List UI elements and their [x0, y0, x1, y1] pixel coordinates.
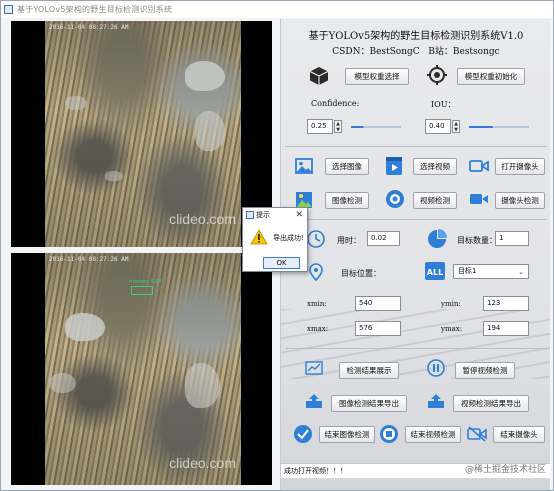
iou-spin-arrows[interactable]: ▲ ▼	[452, 120, 460, 133]
export-image-results-button[interactable]: 图像检测结果导出	[331, 395, 407, 412]
camera-off-icon	[467, 426, 487, 442]
bilibili-label: B站：	[428, 47, 453, 57]
ymin-label: ymin:	[441, 300, 461, 308]
check-circle-icon	[294, 425, 312, 443]
camera-detect-icon	[470, 194, 488, 204]
community-watermark: @稀土掘金技术社区	[464, 465, 546, 475]
open-camera-button[interactable]: 打开摄像头	[495, 158, 545, 175]
video-timestamp: 2016-11-04 08:27:26 AM	[49, 256, 129, 263]
system-title: 基于YOLOv5架构的野生目标检测识别系统V1.0	[308, 31, 524, 42]
iou-slider[interactable]	[469, 126, 529, 128]
control-panel: 基于YOLOv5架构的野生目标检测识别系统V1.0 CSDN：BestSongC…	[280, 19, 550, 490]
csdn-value: BestSongC	[369, 47, 420, 57]
pie-chart-icon	[428, 229, 447, 248]
ymax-label: ymax:	[441, 325, 463, 333]
target-icon	[427, 65, 447, 85]
select-video-button[interactable]: 选择视频	[413, 158, 457, 175]
dialog-message: 导出成功!	[273, 234, 304, 242]
chevron-down-icon: ⌄	[518, 268, 524, 276]
export-video-results-button[interactable]: 视频检测结果导出	[453, 395, 529, 412]
svg-text:ALL: ALL	[427, 268, 443, 277]
target-count-field[interactable]: 1	[495, 231, 529, 246]
dialog-app-icon	[246, 211, 254, 219]
dialog-title: 提示	[256, 211, 270, 219]
model-init-button[interactable]: 模型权重初始化	[457, 68, 525, 85]
ok-button[interactable]: OK	[263, 257, 300, 269]
original-video-view: 2016-11-04 08:27:26 AM clideo.com	[11, 21, 272, 247]
detection-box	[131, 286, 153, 295]
target-select-dropdown[interactable]: 目标1 ⌄	[453, 264, 529, 279]
detection-label: monkey 0.84	[129, 279, 162, 285]
model-select-button[interactable]: 模型权重选择	[345, 68, 409, 85]
close-icon[interactable]: ✕	[295, 208, 303, 222]
confidence-slider[interactable]	[351, 126, 401, 128]
camera-icon	[469, 160, 489, 172]
csdn-label: CSDN：	[332, 47, 370, 57]
xmax-label: xmax:	[307, 325, 329, 333]
video-watermark: clideo.com	[169, 211, 236, 227]
end-camera-button[interactable]: 结束摄像头	[493, 426, 545, 443]
confidence-spin-arrows[interactable]: ▲ ▼	[334, 120, 342, 133]
iou-label: IOU：	[431, 100, 456, 109]
end-video-detect-button[interactable]: 结束视频检测	[405, 426, 461, 443]
xmin-label: xmin:	[307, 300, 327, 308]
confidence-label: Confidence:	[311, 99, 360, 108]
time-field[interactable]: 0.02	[367, 231, 400, 246]
pause-video-button[interactable]: 暂停视频检测	[455, 362, 515, 379]
cube-icon	[309, 67, 329, 85]
ymax-field[interactable]: 194	[483, 321, 529, 336]
window-title: 基于YOLOv5架构的野生目标检测识别系统	[17, 5, 173, 14]
pause-icon	[427, 359, 445, 377]
warning-icon	[250, 229, 268, 245]
video-watermark: clideo.com	[169, 455, 236, 471]
clock-icon	[307, 230, 325, 248]
confidence-spinbox[interactable]: 0.25	[307, 119, 333, 134]
title-bar: 基于YOLOv5架构的野生目标检测识别系统	[1, 1, 553, 18]
bilibili-value: Bestsongc	[452, 47, 500, 57]
select-image-button[interactable]: 选择图像	[325, 158, 369, 175]
camera-detect-button[interactable]: 摄像头检测	[495, 192, 545, 209]
video-file-icon	[386, 157, 402, 175]
video-detect-icon	[386, 190, 404, 208]
author-info: CSDN：BestSongC B站：Bestsongc	[281, 44, 550, 57]
export-video-icon	[428, 394, 444, 408]
xmax-field[interactable]: 576	[355, 321, 401, 336]
message-dialog: 提示 ✕ 导出成功! OK	[242, 207, 308, 272]
target-select-value: 目标1	[458, 267, 477, 275]
time-label: 用时：	[337, 236, 361, 245]
app-window: 基于YOLOv5架构的野生目标检测识别系统 2016-11-04 08:27:2…	[0, 0, 554, 491]
show-results-button[interactable]: 检测结果展示	[339, 362, 399, 379]
export-image-icon	[306, 394, 322, 408]
line-chart-icon	[305, 361, 323, 375]
ymin-field[interactable]: 123	[483, 296, 529, 311]
target-count-label: 目标数量：	[457, 236, 497, 245]
end-image-detect-button[interactable]: 结束图像检测	[319, 426, 375, 443]
stop-circle-icon	[380, 425, 398, 443]
detection-video-view: 2016-11-04 08:27:26 AM monkey 0.84 clide…	[11, 253, 272, 485]
app-icon	[4, 5, 13, 14]
image-detect-button[interactable]: 图像检测	[325, 192, 369, 209]
iou-spinbox[interactable]: 0.40	[425, 119, 451, 134]
xmin-field[interactable]: 540	[355, 296, 401, 311]
dialog-title-bar: 提示 ✕	[243, 208, 307, 222]
all-icon: ALL	[425, 262, 445, 280]
location-icon	[309, 263, 323, 281]
image-icon	[295, 158, 313, 174]
video-detect-button[interactable]: 视频检测	[413, 192, 457, 209]
target-position-label: 目标位置：	[341, 269, 381, 278]
video-timestamp: 2016-11-04 08:27:26 AM	[49, 24, 129, 31]
